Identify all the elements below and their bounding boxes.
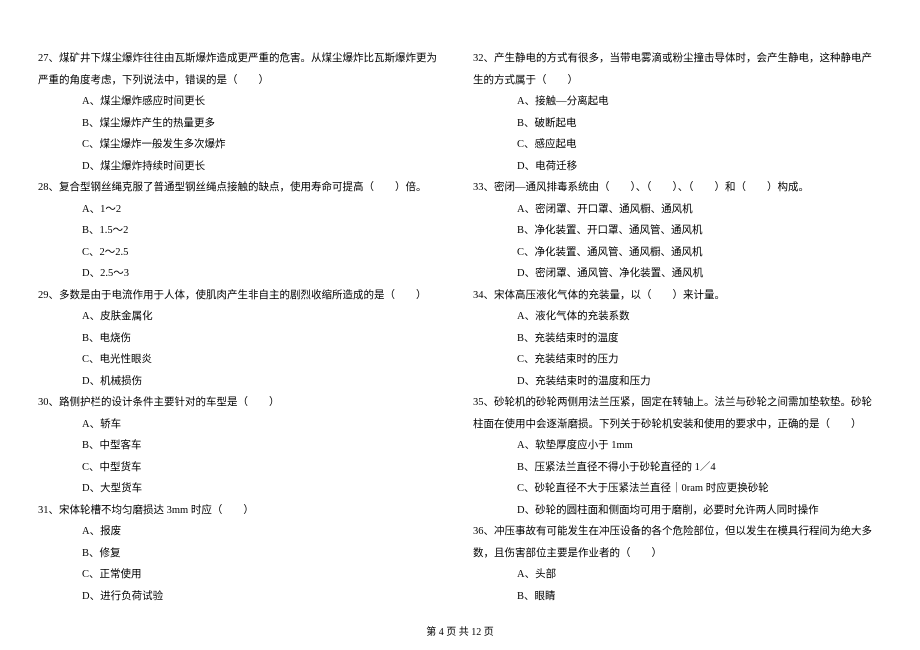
question-options: A、密闭罩、开口罩、通风橱、通风机 B、净化装置、开口罩、通风管、通风机 C、净…	[473, 199, 882, 285]
question-text: 32、产生静电的方式有很多，当带电雾滴或粉尘撞击导体时，会产生静电，这种静电产生…	[473, 48, 882, 91]
question-options: A、1～2 B、1.5～2 C、2～2.5 D、2.5～3	[38, 199, 447, 285]
question-text: 34、宋体高压液化气体的充装量，以（ ）来计量。	[473, 285, 882, 307]
question-text: 30、路侧护栏的设计条件主要针对的车型是（ ）	[38, 392, 447, 414]
question-text: 29、多数是由于电流作用于人体，使肌肉产生非自主的剧烈收缩所造成的是（ ）	[38, 285, 447, 307]
option-a: A、皮肤金属化	[82, 306, 447, 328]
option-b: B、电烧伤	[82, 328, 447, 350]
option-d: D、充装结束时的温度和压力	[517, 371, 882, 393]
page-footer: 第 4 页 共 12 页	[0, 623, 920, 638]
question-36: 36、冲压事故有可能发生在冲压设备的各个危险部位，但以发生在模具行程间为绝大多数…	[473, 521, 882, 607]
question-options: A、皮肤金属化 B、电烧伤 C、电光性眼炎 D、机械损伤	[38, 306, 447, 392]
question-options: A、软垫厚度应小于 1mm B、压紧法兰直径不得小于砂轮直径的 1／4 C、砂轮…	[473, 435, 882, 521]
option-c: C、中型货车	[82, 457, 447, 479]
option-c: C、2～2.5	[82, 242, 447, 264]
option-a: A、煤尘爆炸感应时间更长	[82, 91, 447, 113]
question-29: 29、多数是由于电流作用于人体，使肌肉产生非自主的剧烈收缩所造成的是（ ） A、…	[38, 285, 447, 393]
option-d: D、电荷迁移	[517, 156, 882, 178]
question-31: 31、宋体轮槽不均匀磨损达 3mm 时应（ ） A、报废 B、修复 C、正常使用…	[38, 500, 447, 608]
option-b: B、净化装置、开口罩、通风管、通风机	[517, 220, 882, 242]
option-b: B、煤尘爆炸产生的热量更多	[82, 113, 447, 135]
question-text: 33、密闭—通风排毒系统由（ ）、（ ）、（ ）和（ ）构成。	[473, 177, 882, 199]
question-text: 31、宋体轮槽不均匀磨损达 3mm 时应（ ）	[38, 500, 447, 522]
option-a: A、1～2	[82, 199, 447, 221]
question-32: 32、产生静电的方式有很多，当带电雾滴或粉尘撞击导体时，会产生静电，这种静电产生…	[473, 48, 882, 177]
option-b: B、眼睛	[517, 586, 882, 608]
option-d: D、砂轮的圆柱面和侧面均可用于磨削，必要时允许两人同时操作	[517, 500, 882, 522]
question-35: 35、砂轮机的砂轮两侧用法兰压紧，固定在转轴上。法兰与砂轮之间需加垫软垫。砂轮柱…	[473, 392, 882, 521]
option-a: A、轿车	[82, 414, 447, 436]
question-34: 34、宋体高压液化气体的充装量，以（ ）来计量。 A、液化气体的充装系数 B、充…	[473, 285, 882, 393]
question-30: 30、路侧护栏的设计条件主要针对的车型是（ ） A、轿车 B、中型客车 C、中型…	[38, 392, 447, 500]
option-b: B、破断起电	[517, 113, 882, 135]
option-b: B、修复	[82, 543, 447, 565]
page-content: 27、煤矿井下煤尘爆炸往往由瓦斯爆炸造成更严重的危害。从煤尘爆炸比瓦斯爆炸更为严…	[0, 0, 920, 607]
question-options: A、煤尘爆炸感应时间更长 B、煤尘爆炸产生的热量更多 C、煤尘爆炸一般发生多次爆…	[38, 91, 447, 177]
question-text: 28、复合型钢丝绳克服了普通型钢丝绳点接触的缺点，使用寿命可提高（ ）倍。	[38, 177, 447, 199]
option-a: A、软垫厚度应小于 1mm	[517, 435, 882, 457]
option-b: B、充装结束时的温度	[517, 328, 882, 350]
option-a: A、接触—分离起电	[517, 91, 882, 113]
question-options: A、液化气体的充装系数 B、充装结束时的温度 C、充装结束时的压力 D、充装结束…	[473, 306, 882, 392]
right-column: 32、产生静电的方式有很多，当带电雾滴或粉尘撞击导体时，会产生静电，这种静电产生…	[473, 48, 882, 607]
option-c: C、正常使用	[82, 564, 447, 586]
question-27: 27、煤矿井下煤尘爆炸往往由瓦斯爆炸造成更严重的危害。从煤尘爆炸比瓦斯爆炸更为严…	[38, 48, 447, 177]
option-d: D、大型货车	[82, 478, 447, 500]
option-c: C、电光性眼炎	[82, 349, 447, 371]
option-d: D、机械损伤	[82, 371, 447, 393]
option-c: C、充装结束时的压力	[517, 349, 882, 371]
option-c: C、感应起电	[517, 134, 882, 156]
question-text: 27、煤矿井下煤尘爆炸往往由瓦斯爆炸造成更严重的危害。从煤尘爆炸比瓦斯爆炸更为严…	[38, 48, 447, 91]
question-options: A、接触—分离起电 B、破断起电 C、感应起电 D、电荷迁移	[473, 91, 882, 177]
option-a: A、密闭罩、开口罩、通风橱、通风机	[517, 199, 882, 221]
option-d: D、2.5～3	[82, 263, 447, 285]
question-28: 28、复合型钢丝绳克服了普通型钢丝绳点接触的缺点，使用寿命可提高（ ）倍。 A、…	[38, 177, 447, 285]
question-options: A、报废 B、修复 C、正常使用 D、进行负荷试验	[38, 521, 447, 607]
question-33: 33、密闭—通风排毒系统由（ ）、（ ）、（ ）和（ ）构成。 A、密闭罩、开口…	[473, 177, 882, 285]
option-c: C、净化装置、通风管、通风橱、通风机	[517, 242, 882, 264]
question-options: A、轿车 B、中型客车 C、中型货车 D、大型货车	[38, 414, 447, 500]
option-b: B、中型客车	[82, 435, 447, 457]
option-c: C、砂轮直径不大于压紧法兰直径｜0ram 时应更换砂轮	[517, 478, 882, 500]
option-b: B、压紧法兰直径不得小于砂轮直径的 1／4	[517, 457, 882, 479]
left-column: 27、煤矿井下煤尘爆炸往往由瓦斯爆炸造成更严重的危害。从煤尘爆炸比瓦斯爆炸更为严…	[38, 48, 447, 607]
question-text: 35、砂轮机的砂轮两侧用法兰压紧，固定在转轴上。法兰与砂轮之间需加垫软垫。砂轮柱…	[473, 392, 882, 435]
question-options: A、头部 B、眼睛	[473, 564, 882, 607]
option-a: A、头部	[517, 564, 882, 586]
option-d: D、进行负荷试验	[82, 586, 447, 608]
option-a: A、报废	[82, 521, 447, 543]
option-a: A、液化气体的充装系数	[517, 306, 882, 328]
option-c: C、煤尘爆炸一般发生多次爆炸	[82, 134, 447, 156]
question-text: 36、冲压事故有可能发生在冲压设备的各个危险部位，但以发生在模具行程间为绝大多数…	[473, 521, 882, 564]
option-b: B、1.5～2	[82, 220, 447, 242]
option-d: D、密闭罩、通风管、净化装置、通风机	[517, 263, 882, 285]
option-d: D、煤尘爆炸持续时间更长	[82, 156, 447, 178]
